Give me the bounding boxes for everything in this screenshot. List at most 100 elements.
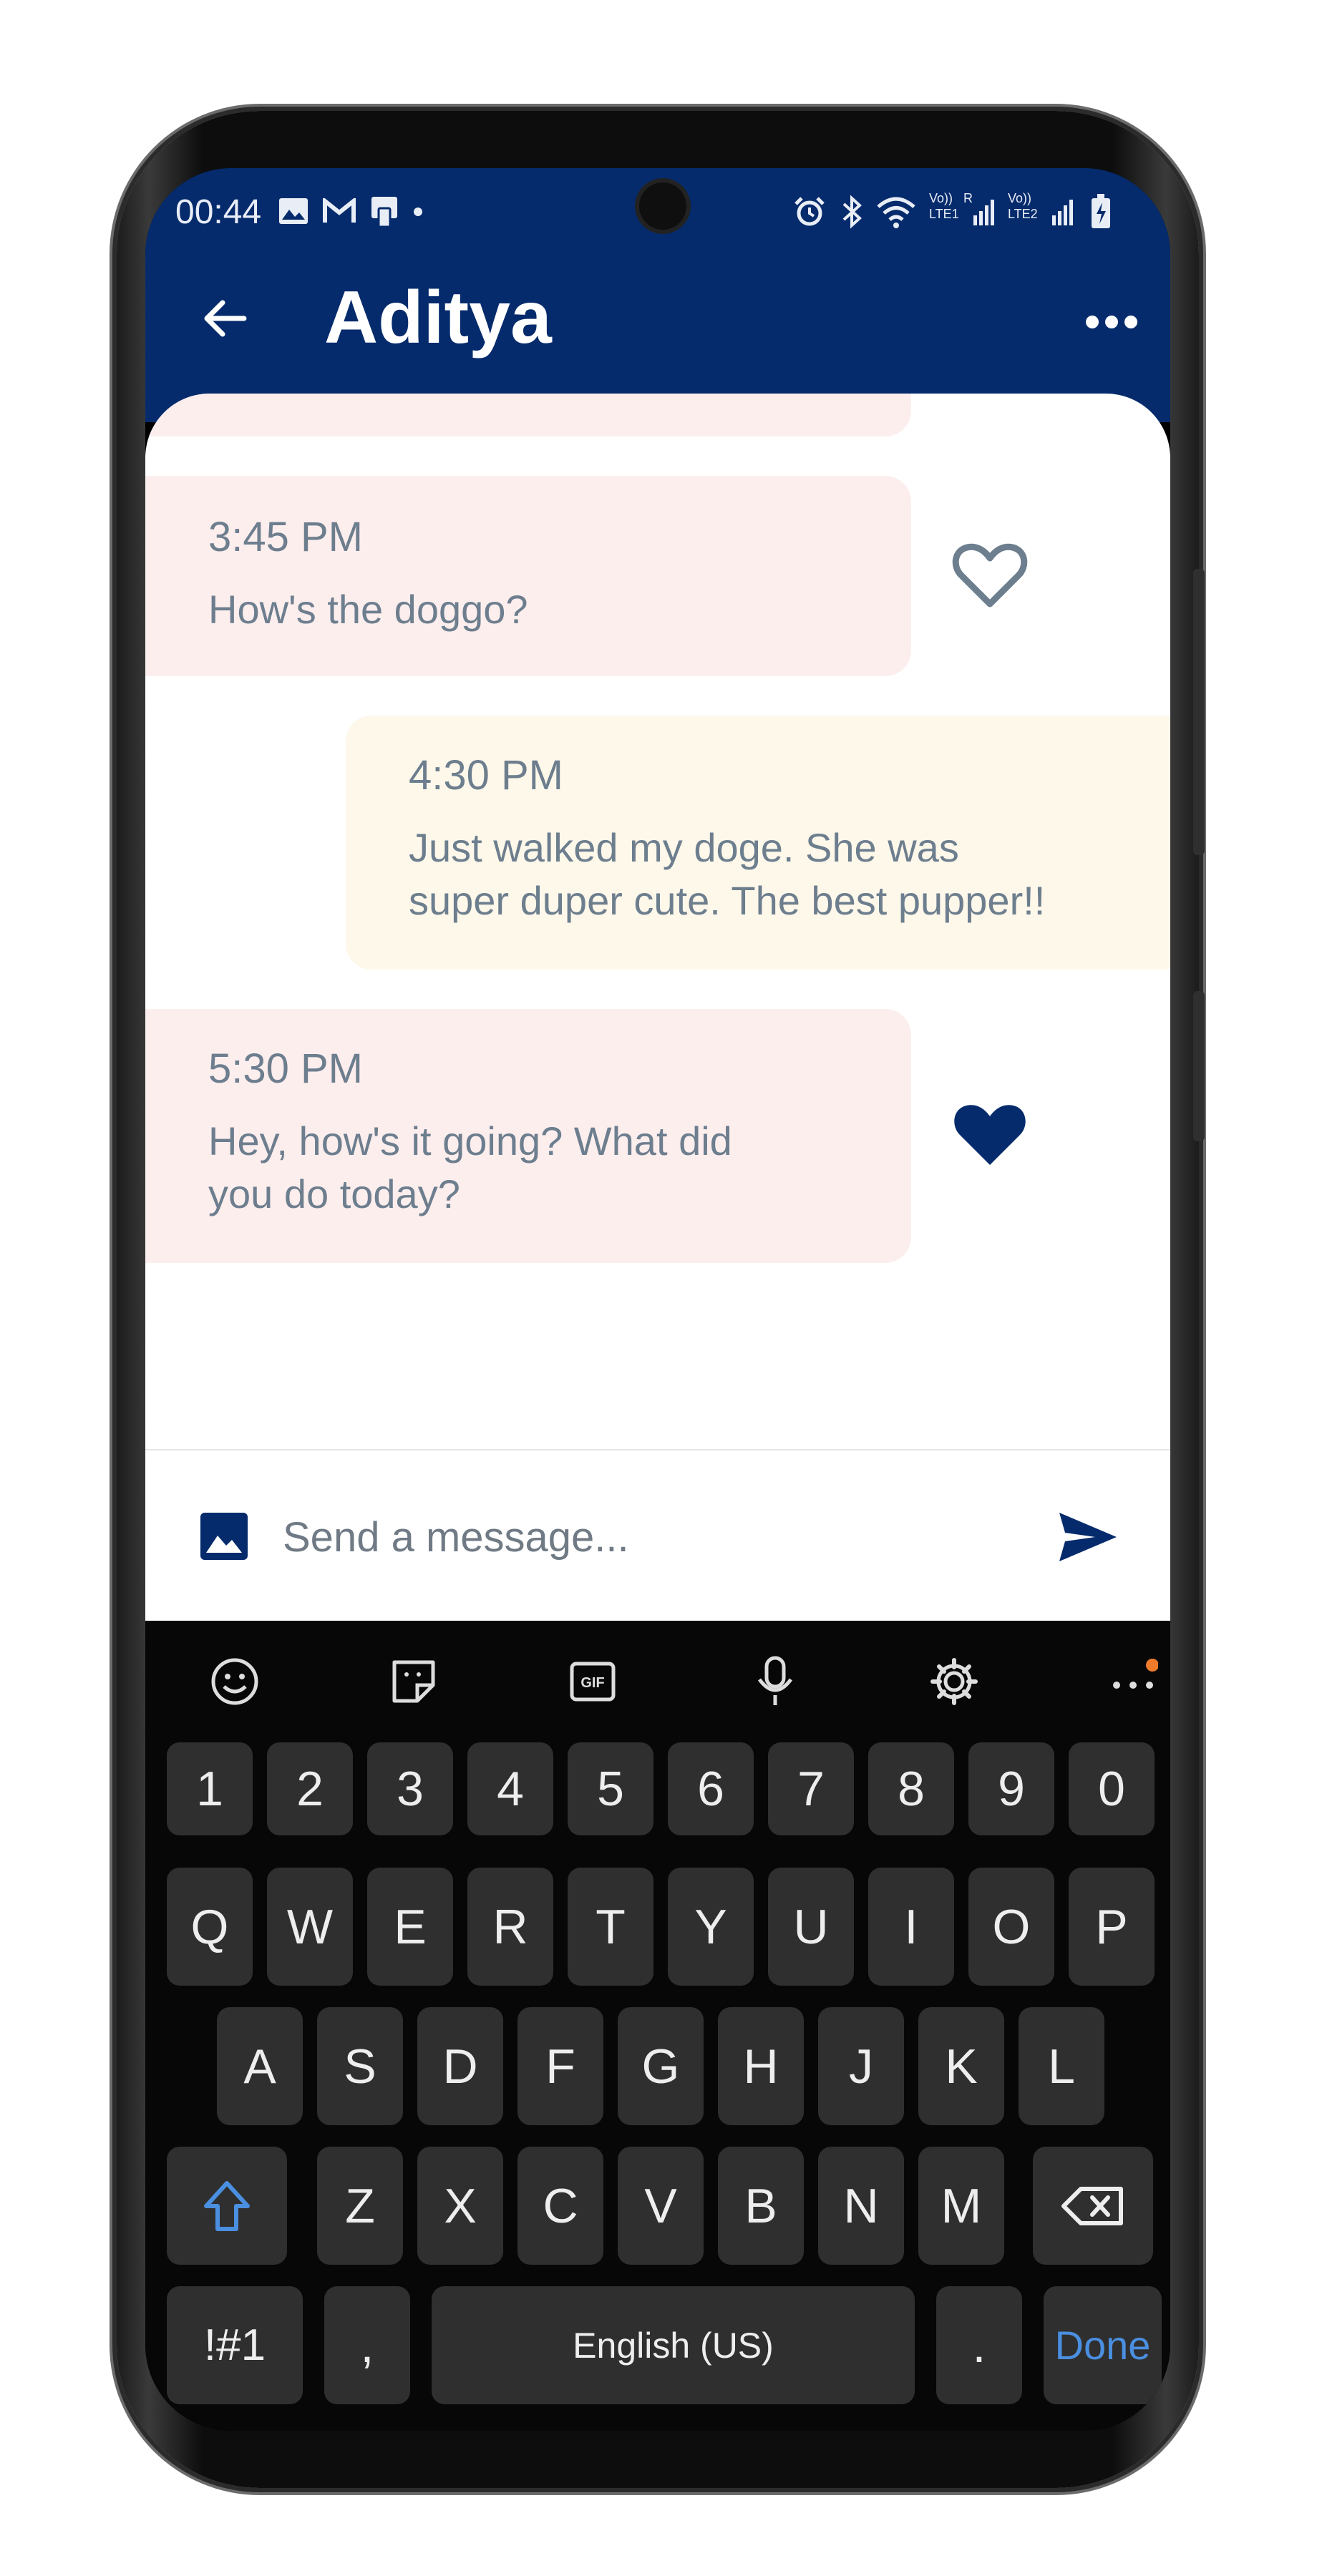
bluetooth-icon: [842, 195, 862, 229]
front-camera: [639, 182, 686, 230]
volume-button: [1193, 569, 1205, 855]
number-key-1[interactable]: 1: [167, 1742, 253, 1835]
number-key-0[interactable]: 0: [1069, 1742, 1155, 1835]
smiley-icon: [211, 1658, 258, 1705]
back-button[interactable]: [174, 268, 274, 369]
letter-key-j[interactable]: J: [818, 2007, 904, 2125]
letter-key-h[interactable]: H: [718, 2007, 804, 2125]
emoji-button[interactable]: [203, 1649, 267, 1714]
letter-key-t[interactable]: T: [568, 1868, 653, 1986]
message-bubble[interactable]: 4:30 PM Just walked my doge. She was sup…: [346, 716, 1170, 970]
send-icon[interactable]: [1058, 1511, 1118, 1563]
letter-key-y[interactable]: Y: [668, 1868, 754, 1986]
message-time: 3:45 PM: [208, 514, 363, 560]
message-composer: [145, 1449, 1170, 1622]
more-dot-icon: [1086, 316, 1099, 328]
letter-key-u[interactable]: U: [768, 1868, 854, 1986]
message-text-line: Hey, how's it going? What did: [208, 1118, 732, 1163]
letter-key-m[interactable]: M: [918, 2147, 1004, 2265]
letter-key-b[interactable]: B: [718, 2147, 804, 2265]
svg-text:GIF: GIF: [580, 1675, 604, 1691]
letter-key-w[interactable]: W: [267, 1868, 353, 1986]
keyboard-settings-button[interactable]: [922, 1649, 986, 1714]
signal-sim2-icon: Vo)) LTE2: [1008, 191, 1073, 225]
letter-key-k[interactable]: K: [918, 2007, 1004, 2125]
backspace-icon: [1061, 2186, 1123, 2225]
notification-dot: [414, 208, 422, 216]
letter-key-i[interactable]: I: [868, 1868, 954, 1986]
status-bar: 00:44 Vo)) LTE1 R Vo)) LTE2: [145, 168, 1170, 250]
device-notification-icon: [371, 197, 397, 228]
message-time: 5:30 PM: [208, 1045, 363, 1092]
letter-key-l[interactable]: L: [1019, 2007, 1104, 2125]
keyboard-more-button[interactable]: [1101, 1649, 1165, 1714]
number-key-7[interactable]: 7: [768, 1742, 854, 1835]
done-key[interactable]: Done: [1044, 2286, 1162, 2404]
heart-outline-icon[interactable]: [951, 537, 1029, 615]
letter-key-s[interactable]: S: [317, 2007, 403, 2125]
gallery-notification-icon: [279, 198, 308, 224]
message-input[interactable]: [281, 1501, 1000, 1574]
backspace-key[interactable]: [1033, 2147, 1153, 2265]
svg-text:R: R: [963, 191, 973, 205]
letter-key-c[interactable]: C: [517, 2147, 603, 2265]
period-key[interactable]: .: [936, 2286, 1022, 2404]
letter-key-d[interactable]: D: [417, 2007, 503, 2125]
sticker-icon: [392, 1660, 435, 1703]
more-horizontal-icon: [1113, 1659, 1158, 1689]
message-bubble[interactable]: 5:30 PM Hey, how's it going? What did yo…: [145, 1009, 911, 1263]
number-key-2[interactable]: 2: [267, 1742, 353, 1835]
message-bubble[interactable]: 3:45 PM How's the doggo?: [145, 476, 911, 676]
number-key-6[interactable]: 6: [668, 1742, 754, 1835]
comma-key[interactable]: ,: [324, 2286, 410, 2404]
letter-key-q[interactable]: Q: [167, 1868, 253, 1986]
sticker-button[interactable]: [382, 1649, 446, 1714]
phone-frame: 00:44 Vo)) LTE1 R Vo)) LTE2 Aditya 3:45 …: [117, 111, 1205, 2488]
power-button: [1193, 991, 1205, 1141]
letter-key-e[interactable]: E: [367, 1868, 453, 1986]
message-text-line: Just walked my doge. She was: [409, 825, 959, 870]
number-key-9[interactable]: 9: [968, 1742, 1054, 1835]
letter-key-p[interactable]: P: [1069, 1868, 1155, 1986]
image-attach-icon[interactable]: [199, 1511, 249, 1561]
svg-text:LTE1: LTE1: [929, 207, 959, 221]
chat-title: Aditya: [324, 276, 552, 359]
gif-button[interactable]: GIF: [560, 1649, 625, 1714]
message-list[interactable]: 3:45 PM How's the doggo? 4:30 PM Just wa…: [145, 394, 1170, 1449]
letter-key-z[interactable]: Z: [317, 2147, 403, 2265]
signal-sim1-icon: Vo)) LTE1 R: [929, 191, 994, 225]
svg-text:Vo)): Vo)): [1008, 191, 1031, 205]
microphone-icon: [757, 1656, 793, 1705]
letter-key-n[interactable]: N: [818, 2147, 904, 2265]
message-text-line: you do today?: [208, 1171, 460, 1216]
more-options-button[interactable]: [1076, 293, 1147, 351]
symbols-key[interactable]: !#1: [167, 2286, 303, 2404]
number-key-3[interactable]: 3: [367, 1742, 453, 1835]
svg-text:Vo)): Vo)): [929, 191, 953, 205]
letter-key-r[interactable]: R: [467, 1868, 553, 1986]
more-dot-icon: [1105, 316, 1118, 328]
space-key[interactable]: English (US): [432, 2286, 915, 2404]
gear-icon: [930, 1658, 978, 1705]
svg-text:LTE2: LTE2: [1008, 207, 1038, 221]
letter-key-a[interactable]: A: [217, 2007, 303, 2125]
letter-key-x[interactable]: X: [417, 2147, 503, 2265]
letter-key-o[interactable]: O: [968, 1868, 1054, 1986]
status-time: 00:44: [175, 193, 262, 231]
arrow-left-icon: [204, 300, 247, 337]
shift-key[interactable]: [167, 2147, 287, 2265]
number-key-4[interactable]: 4: [467, 1742, 553, 1835]
number-key-5[interactable]: 5: [568, 1742, 653, 1835]
letter-key-f[interactable]: F: [517, 2007, 603, 2125]
soft-keyboard: G I F 1 2 3 4 5 6 7 8 9 0 Q W E R T Y U I …: [145, 1621, 1170, 2431]
heart-filled-icon[interactable]: [951, 1096, 1029, 1175]
number-key-8[interactable]: 8: [868, 1742, 954, 1835]
letter-key-g[interactable]: G: [618, 2007, 704, 2125]
message-text: How's the doggo?: [208, 587, 528, 632]
voice-input-button[interactable]: [743, 1649, 807, 1714]
gif-icon: GIF: [570, 1662, 616, 1702]
alarm-icon: [794, 197, 825, 226]
more-dot-icon: [1124, 316, 1137, 328]
letter-key-v[interactable]: V: [618, 2147, 704, 2265]
message-bubble-partial: [145, 394, 911, 436]
